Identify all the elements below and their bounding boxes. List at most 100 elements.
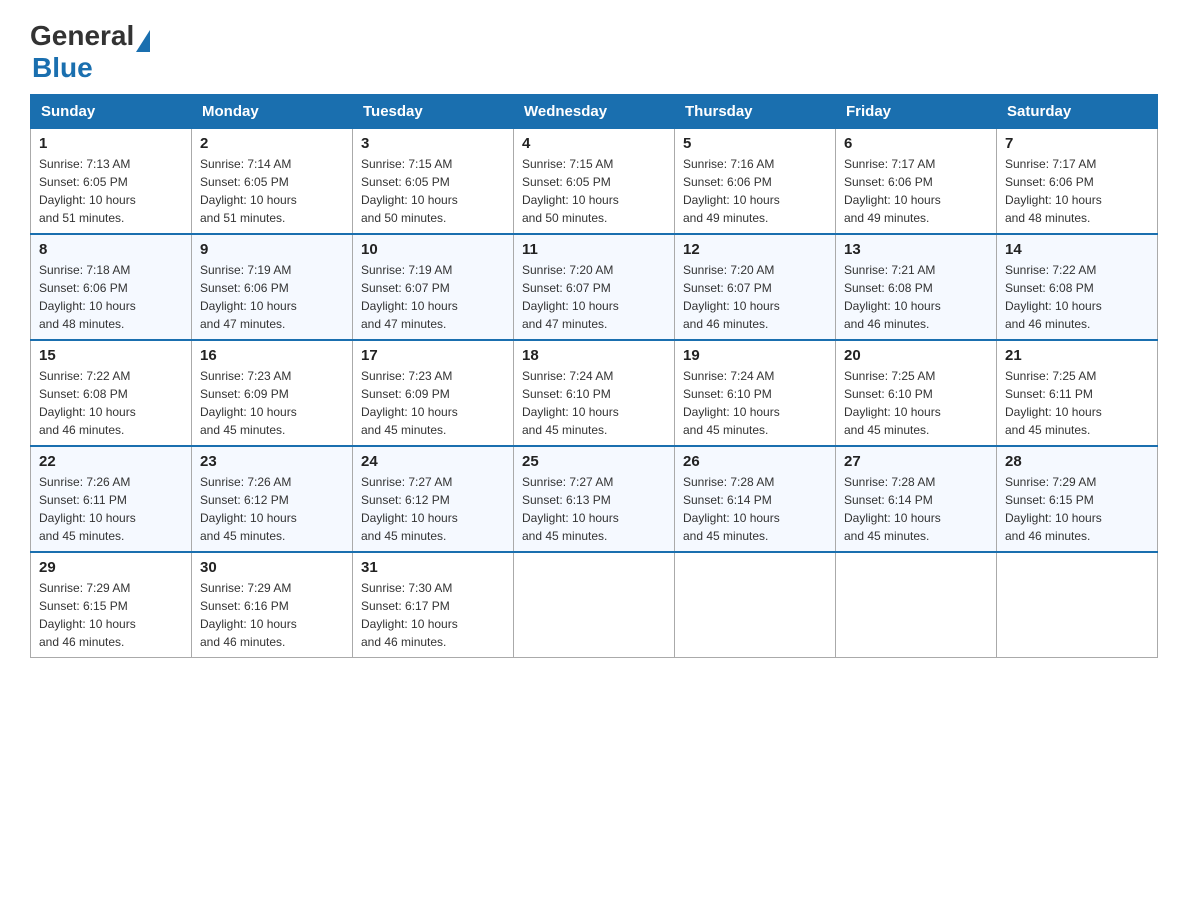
day-info: Sunrise: 7:28 AMSunset: 6:14 PMDaylight:… <box>683 473 827 545</box>
day-info: Sunrise: 7:26 AMSunset: 6:12 PMDaylight:… <box>200 473 344 545</box>
day-number: 24 <box>361 453 505 470</box>
calendar-cell: 14 Sunrise: 7:22 AMSunset: 6:08 PMDayligh… <box>997 234 1158 340</box>
day-info: Sunrise: 7:28 AMSunset: 6:14 PMDaylight:… <box>844 473 988 545</box>
calendar-week-row: 8 Sunrise: 7:18 AMSunset: 6:06 PMDaylight… <box>31 234 1158 340</box>
header-wednesday: Wednesday <box>514 95 675 129</box>
logo: General Blue <box>30 20 150 84</box>
day-number: 26 <box>683 453 827 470</box>
day-info: Sunrise: 7:16 AMSunset: 6:06 PMDaylight:… <box>683 155 827 227</box>
calendar-cell: 15Sunrise: 7:22 AMSunset: 6:08 PMDayligh… <box>31 340 192 446</box>
calendar-cell: 1Sunrise: 7:13 AMSunset: 6:05 PMDaylight… <box>31 129 192 235</box>
day-info: Sunrise: 7:30 AMSunset: 6:17 PMDaylight:… <box>361 579 505 651</box>
day-info: Sunrise: 7:25 AMSunset: 6:11 PMDaylight:… <box>1005 367 1149 439</box>
day-info: Sunrise: 7:19 AMSunset: 6:06 PMDaylight:… <box>200 261 344 333</box>
header-thursday: Thursday <box>675 95 836 129</box>
day-number: 6 <box>844 135 988 152</box>
day-info: Sunrise: 7:22 AMSunset: 6:08 PMDaylight:… <box>39 367 183 439</box>
calendar-cell: 18Sunrise: 7:24 AMSunset: 6:10 PMDayligh… <box>514 340 675 446</box>
day-number: 19 <box>683 347 827 364</box>
day-info: Sunrise: 7:17 AMSunset: 6:06 PMDaylight:… <box>844 155 988 227</box>
day-number: 8 <box>39 241 183 258</box>
calendar-cell: 3Sunrise: 7:15 AMSunset: 6:05 PMDaylight… <box>353 129 514 235</box>
day-number: 5 <box>683 135 827 152</box>
day-number: 17 <box>361 347 505 364</box>
day-number: 27 <box>844 453 988 470</box>
calendar-cell <box>514 552 675 658</box>
calendar-cell: 27 Sunrise: 7:28 AMSunset: 6:14 PMDayligh… <box>836 446 997 552</box>
day-info: Sunrise: 7:24 AMSunset: 6:10 PMDaylight:… <box>683 367 827 439</box>
calendar-week-row: 29 Sunrise: 7:29 AMSunset: 6:15 PMDayligh… <box>31 552 1158 658</box>
header-monday: Monday <box>192 95 353 129</box>
day-number: 13 <box>844 241 988 258</box>
day-info: Sunrise: 7:27 AMSunset: 6:12 PMDaylight:… <box>361 473 505 545</box>
logo-general-text: General <box>30 20 134 52</box>
calendar-cell: 19 Sunrise: 7:24 AMSunset: 6:10 PMDayligh… <box>675 340 836 446</box>
day-info: Sunrise: 7:21 AMSunset: 6:08 PMDaylight:… <box>844 261 988 333</box>
day-info: Sunrise: 7:20 AMSunset: 6:07 PMDaylight:… <box>683 261 827 333</box>
page-header: General Blue <box>30 20 1158 84</box>
day-info: Sunrise: 7:22 AMSunset: 6:08 PMDaylight:… <box>1005 261 1149 333</box>
calendar-cell: 11Sunrise: 7:20 AMSunset: 6:07 PMDayligh… <box>514 234 675 340</box>
calendar-cell: 23 Sunrise: 7:26 AMSunset: 6:12 PMDayligh… <box>192 446 353 552</box>
calendar-week-row: 22Sunrise: 7:26 AMSunset: 6:11 PMDayligh… <box>31 446 1158 552</box>
calendar-cell: 2 Sunrise: 7:14 AMSunset: 6:05 PMDaylight… <box>192 129 353 235</box>
day-number: 21 <box>1005 347 1149 364</box>
calendar-cell: 8 Sunrise: 7:18 AMSunset: 6:06 PMDaylight… <box>31 234 192 340</box>
calendar-cell: 4 Sunrise: 7:15 AMSunset: 6:05 PMDaylight… <box>514 129 675 235</box>
day-info: Sunrise: 7:14 AMSunset: 6:05 PMDaylight:… <box>200 155 344 227</box>
day-info: Sunrise: 7:27 AMSunset: 6:13 PMDaylight:… <box>522 473 666 545</box>
calendar-cell: 30 Sunrise: 7:29 AMSunset: 6:16 PMDayligh… <box>192 552 353 658</box>
calendar-cell: 24 Sunrise: 7:27 AMSunset: 6:12 PMDayligh… <box>353 446 514 552</box>
day-number: 7 <box>1005 135 1149 152</box>
day-number: 4 <box>522 135 666 152</box>
calendar-cell: 7 Sunrise: 7:17 AMSunset: 6:06 PMDaylight… <box>997 129 1158 235</box>
calendar-cell: 25 Sunrise: 7:27 AMSunset: 6:13 PMDayligh… <box>514 446 675 552</box>
calendar-cell: 13 Sunrise: 7:21 AMSunset: 6:08 PMDayligh… <box>836 234 997 340</box>
day-info: Sunrise: 7:25 AMSunset: 6:10 PMDaylight:… <box>844 367 988 439</box>
day-info: Sunrise: 7:26 AMSunset: 6:11 PMDaylight:… <box>39 473 183 545</box>
calendar-cell: 28 Sunrise: 7:29 AMSunset: 6:15 PMDayligh… <box>997 446 1158 552</box>
day-number: 20 <box>844 347 988 364</box>
day-info: Sunrise: 7:15 AMSunset: 6:05 PMDaylight:… <box>522 155 666 227</box>
header-sunday: Sunday <box>31 95 192 129</box>
calendar-cell: 12 Sunrise: 7:20 AMSunset: 6:07 PMDayligh… <box>675 234 836 340</box>
day-number: 31 <box>361 559 505 576</box>
calendar-cell: 16 Sunrise: 7:23 AMSunset: 6:09 PMDayligh… <box>192 340 353 446</box>
day-number: 2 <box>200 135 344 152</box>
day-number: 28 <box>1005 453 1149 470</box>
calendar-cell <box>675 552 836 658</box>
day-number: 16 <box>200 347 344 364</box>
calendar-cell: 10Sunrise: 7:19 AMSunset: 6:07 PMDayligh… <box>353 234 514 340</box>
calendar-cell: 6 Sunrise: 7:17 AMSunset: 6:06 PMDaylight… <box>836 129 997 235</box>
calendar-cell: 20 Sunrise: 7:25 AMSunset: 6:10 PMDayligh… <box>836 340 997 446</box>
day-number: 18 <box>522 347 666 364</box>
logo-blue-text: Blue <box>32 52 93 84</box>
day-info: Sunrise: 7:17 AMSunset: 6:06 PMDaylight:… <box>1005 155 1149 227</box>
calendar-cell: 22Sunrise: 7:26 AMSunset: 6:11 PMDayligh… <box>31 446 192 552</box>
header-friday: Friday <box>836 95 997 129</box>
day-info: Sunrise: 7:13 AMSunset: 6:05 PMDaylight:… <box>39 155 183 227</box>
calendar-table: SundayMondayTuesdayWednesdayThursdayFrid… <box>30 94 1158 658</box>
day-info: Sunrise: 7:18 AMSunset: 6:06 PMDaylight:… <box>39 261 183 333</box>
day-info: Sunrise: 7:29 AMSunset: 6:15 PMDaylight:… <box>39 579 183 651</box>
day-info: Sunrise: 7:23 AMSunset: 6:09 PMDaylight:… <box>200 367 344 439</box>
day-info: Sunrise: 7:29 AMSunset: 6:15 PMDaylight:… <box>1005 473 1149 545</box>
logo-triangle-icon <box>136 30 150 52</box>
calendar-cell: 9Sunrise: 7:19 AMSunset: 6:06 PMDaylight… <box>192 234 353 340</box>
calendar-cell <box>997 552 1158 658</box>
day-number: 11 <box>522 241 666 258</box>
calendar-cell: 17Sunrise: 7:23 AMSunset: 6:09 PMDayligh… <box>353 340 514 446</box>
day-number: 14 <box>1005 241 1149 258</box>
day-info: Sunrise: 7:15 AMSunset: 6:05 PMDaylight:… <box>361 155 505 227</box>
day-number: 25 <box>522 453 666 470</box>
header-saturday: Saturday <box>997 95 1158 129</box>
calendar-week-row: 15Sunrise: 7:22 AMSunset: 6:08 PMDayligh… <box>31 340 1158 446</box>
day-number: 12 <box>683 241 827 258</box>
header-tuesday: Tuesday <box>353 95 514 129</box>
day-number: 30 <box>200 559 344 576</box>
day-number: 10 <box>361 241 505 258</box>
calendar-cell: 29 Sunrise: 7:29 AMSunset: 6:15 PMDayligh… <box>31 552 192 658</box>
day-info: Sunrise: 7:29 AMSunset: 6:16 PMDaylight:… <box>200 579 344 651</box>
day-number: 29 <box>39 559 183 576</box>
day-number: 23 <box>200 453 344 470</box>
